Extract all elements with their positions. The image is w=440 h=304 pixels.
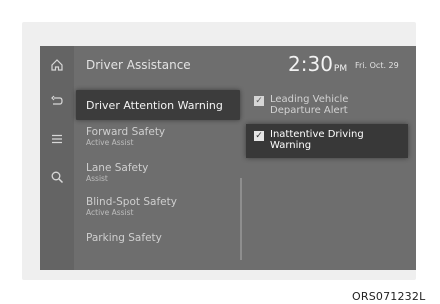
back-icon[interactable]	[49, 94, 65, 110]
scrollbar[interactable]	[240, 178, 242, 260]
menu-item-parking-safety[interactable]: Parking Safety	[86, 232, 162, 244]
sidebar	[40, 46, 74, 270]
menu-item-label: Lane Safety	[86, 162, 149, 174]
menu-item-forward-safety[interactable]: Forward Safety Active Assist	[86, 126, 165, 148]
option-label: Inattentive Driving Warning	[270, 129, 364, 151]
menu-item-sublabel: Active Assist	[86, 208, 134, 217]
option-leading-vehicle-departure-alert[interactable]: ✓ Leading Vehicle Departure Alert	[254, 94, 404, 120]
menu-item-label: Driver Attention Warning	[86, 99, 223, 112]
menu-item-sublabel: Active Assist	[86, 138, 134, 147]
clock: 2:30PM	[288, 52, 347, 76]
option-inattentive-driving-warning[interactable]: ✓ Inattentive Driving Warning	[246, 124, 408, 158]
option-label-line1: Leading Vehicle	[270, 94, 349, 105]
page-title: Driver Assistance	[86, 58, 191, 72]
menu-item-label: Parking Safety	[86, 232, 162, 244]
option-label-line2: Warning	[270, 140, 312, 151]
checkbox-checked-icon[interactable]: ✓	[254, 131, 264, 141]
option-label: Leading Vehicle Departure Alert	[270, 94, 348, 116]
date: Fri. Oct. 29	[355, 61, 399, 70]
figure-code: ORS071232L	[352, 290, 426, 303]
search-icon[interactable]	[49, 170, 65, 186]
menu-item-sublabel: Assist	[86, 174, 108, 183]
option-label-line1: Inattentive Driving	[270, 129, 364, 140]
option-label-line2: Departure Alert	[270, 105, 348, 116]
home-icon[interactable]	[49, 58, 65, 74]
checkbox-checked-icon[interactable]: ✓	[254, 96, 264, 106]
clock-time: 2:30	[288, 52, 333, 76]
menu-item-lane-safety[interactable]: Lane Safety Assist	[86, 162, 148, 184]
clock-ampm: PM	[333, 64, 348, 74]
infotainment-screen: Driver Assistance 2:30PM Fri. Oct. 29 Fo…	[40, 46, 416, 270]
menu-item-label: Blind-Spot Safety	[86, 196, 177, 208]
menu-item-blind-spot-safety[interactable]: Blind-Spot Safety Active Assist	[86, 196, 177, 218]
menu-icon[interactable]	[49, 132, 65, 148]
menu-item-driver-attention-warning[interactable]: Driver Attention Warning	[76, 90, 240, 120]
menu-item-label: Forward Safety	[86, 126, 166, 138]
